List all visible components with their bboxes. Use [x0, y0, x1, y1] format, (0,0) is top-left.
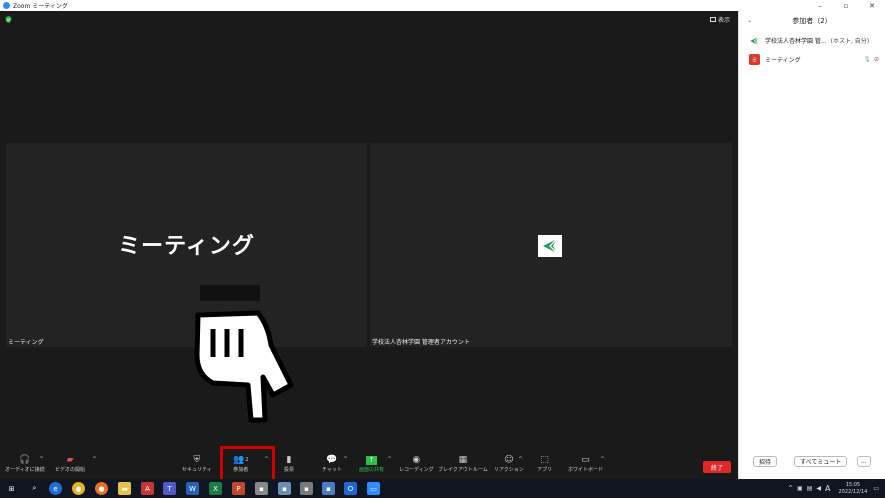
- app-icon[interactable]: ▪: [278, 482, 291, 495]
- audio-options-caret[interactable]: ^: [39, 456, 44, 463]
- school-logo: [538, 235, 562, 257]
- encryption-shield-icon[interactable]: [5, 16, 12, 23]
- file-explorer-icon[interactable]: ▬: [118, 482, 131, 495]
- whiteboard-options-caret[interactable]: ^: [600, 456, 605, 463]
- pointing-hand-icon: [194, 285, 294, 423]
- end-meeting-button[interactable]: 終了: [703, 461, 731, 473]
- school-logo-icon: [543, 238, 558, 254]
- firefox-icon[interactable]: ●: [95, 482, 108, 495]
- panel-title: 参加者（2）: [792, 17, 832, 25]
- powerpoint-icon[interactable]: P: [232, 482, 245, 495]
- tile-name-label: ミーティング: [8, 339, 44, 346]
- zoom-taskbar-icon[interactable]: ▭: [367, 482, 380, 495]
- app-icon[interactable]: ▪: [255, 482, 268, 495]
- app-icon[interactable]: ▪: [322, 482, 335, 495]
- reaction-icon: ☺: [504, 455, 514, 465]
- host-logo-icon: [749, 35, 760, 46]
- collapse-chevron-icon[interactable]: ⌄: [747, 17, 752, 24]
- zoom-app-icon: [3, 2, 10, 9]
- whiteboard-icon: ▭: [581, 455, 590, 465]
- more-options-button[interactable]: ...: [857, 455, 871, 467]
- shield-icon: ⛨: [193, 455, 201, 465]
- participant-avatar: ミ: [749, 54, 760, 65]
- close-button[interactable]: ✕: [859, 0, 885, 11]
- mic-muted-icon: 🎙: [863, 56, 871, 63]
- apps-icon: ⬚: [540, 455, 549, 465]
- record-icon: ◉: [412, 455, 421, 465]
- apps-button[interactable]: ⬚ アプリ: [537, 454, 552, 473]
- chat-options-caret[interactable]: ^: [343, 456, 348, 463]
- chrome-icon[interactable]: ●: [72, 482, 85, 495]
- excel-icon[interactable]: X: [209, 482, 222, 495]
- grid-view-icon: [710, 17, 716, 22]
- zoom-window: Zoom ミーティング – ▫ ✕ 表示 ミーティング ミーティング 学校法人杏…: [0, 0, 885, 498]
- mute-all-button[interactable]: すべてミュート: [794, 455, 848, 467]
- maximize-button[interactable]: ▫: [833, 0, 859, 11]
- windows-start-icon[interactable]: ⊞: [5, 482, 18, 495]
- panel-header: ⌄ 参加者（2）: [739, 11, 885, 31]
- clock-time: 15:05: [845, 481, 861, 488]
- video-options-caret[interactable]: ^: [92, 456, 97, 463]
- share-screen-icon: ↑: [366, 454, 377, 466]
- share-screen-button[interactable]: ↑ 画面の共有: [359, 454, 384, 473]
- system-tray: ^ ▣ ▤ ◀ A 15:05 2022/12/14 ▭: [788, 479, 885, 498]
- video-off-icon: ⊘: [873, 56, 879, 63]
- window-title: Zoom ミーティング: [13, 3, 68, 10]
- security-button[interactable]: ⛨ セキュリティ: [182, 454, 212, 473]
- headphones-icon: 🎧: [19, 455, 31, 465]
- word-icon[interactable]: W: [186, 482, 199, 495]
- breakout-rooms-button[interactable]: ▦ ブレイクアウトルーム: [438, 454, 488, 473]
- meeting-toolbar: 🎧 オーディオに接続 ^ ▰ ビデオの開始 ^ ⛨ セキュリティ 👥 2 参加者 …: [0, 450, 738, 479]
- volume-icon[interactable]: ◀: [816, 485, 821, 492]
- whiteboard-button[interactable]: ▭ ホワイトボード: [568, 454, 603, 473]
- poll-icon: ▮: [286, 455, 292, 465]
- reaction-options-caret[interactable]: ^: [518, 456, 523, 463]
- tray-chevron-icon[interactable]: ^: [788, 485, 793, 492]
- participants-panel: ⌄ 参加者（2） 学校法人杏林学園 管... (ホスト, 自分) ミ ミーティン…: [738, 11, 885, 479]
- window-controls: – ▫ ✕: [807, 0, 885, 11]
- participant-row-meeting[interactable]: ミ ミーティング 🎙 ⊘: [749, 54, 881, 65]
- windows-taskbar: ⊞ ⌕ e ● ● ▬ A T W X P ▪ ▪ ▪ ▪ O ▭ ^ ▣ ▤ …: [0, 479, 885, 498]
- participant-name: ミーティング: [765, 57, 801, 64]
- breakout-icon: ▦: [458, 455, 468, 465]
- tile-display-name: ミーティング: [118, 234, 255, 259]
- chat-icon: 💬: [326, 455, 338, 465]
- participant-row-host[interactable]: 学校法人杏林学園 管... (ホスト, 自分): [749, 35, 881, 46]
- video-tile-admin[interactable]: 学校法人杏林学園 管理者アカウント: [370, 143, 732, 347]
- view-label: 表示: [718, 17, 731, 24]
- notification-icon[interactable]: ▭: [873, 485, 879, 492]
- access-icon[interactable]: A: [141, 482, 154, 495]
- video-tile-meeting[interactable]: ミーティング ミーティング: [6, 143, 367, 347]
- participant-name: 学校法人杏林学園 管...: [765, 38, 827, 45]
- clock-date: 2022/12/14: [838, 488, 868, 495]
- minimize-button[interactable]: –: [807, 0, 833, 11]
- search-icon[interactable]: ⌕: [28, 482, 41, 495]
- network-icon[interactable]: ▤: [807, 485, 813, 492]
- share-options-caret[interactable]: ^: [387, 456, 392, 463]
- video-off-icon: ▰: [66, 455, 74, 465]
- invite-button[interactable]: 招待: [753, 455, 778, 467]
- poll-button[interactable]: ▮ 投票: [284, 454, 294, 473]
- app-icon[interactable]: ▪: [300, 482, 313, 495]
- participant-role: (ホスト, 自分): [830, 38, 870, 45]
- participant-status: 🎙 ⊘: [863, 56, 879, 63]
- edge-icon[interactable]: e: [49, 482, 62, 495]
- chat-button[interactable]: 💬 チャット: [322, 454, 342, 473]
- start-video-button[interactable]: ▰ ビデオの開始: [55, 454, 85, 473]
- ime-indicator[interactable]: A: [825, 484, 830, 493]
- clock[interactable]: 15:05 2022/12/14: [839, 482, 868, 496]
- view-button[interactable]: 表示: [710, 15, 730, 24]
- outlook-icon[interactable]: O: [344, 482, 357, 495]
- tile-name-label: 学校法人杏林学園 管理者アカウント: [372, 339, 470, 346]
- teams-icon[interactable]: T: [163, 482, 176, 495]
- meeting-area: 表示 ミーティング ミーティング 学校法人杏林学園 管理者アカウント: [0, 11, 738, 479]
- record-button[interactable]: ◉ レコーディング: [399, 454, 434, 473]
- title-bar: Zoom ミーティング – ▫ ✕: [0, 0, 885, 11]
- tray-app-icon[interactable]: ▣: [797, 485, 803, 492]
